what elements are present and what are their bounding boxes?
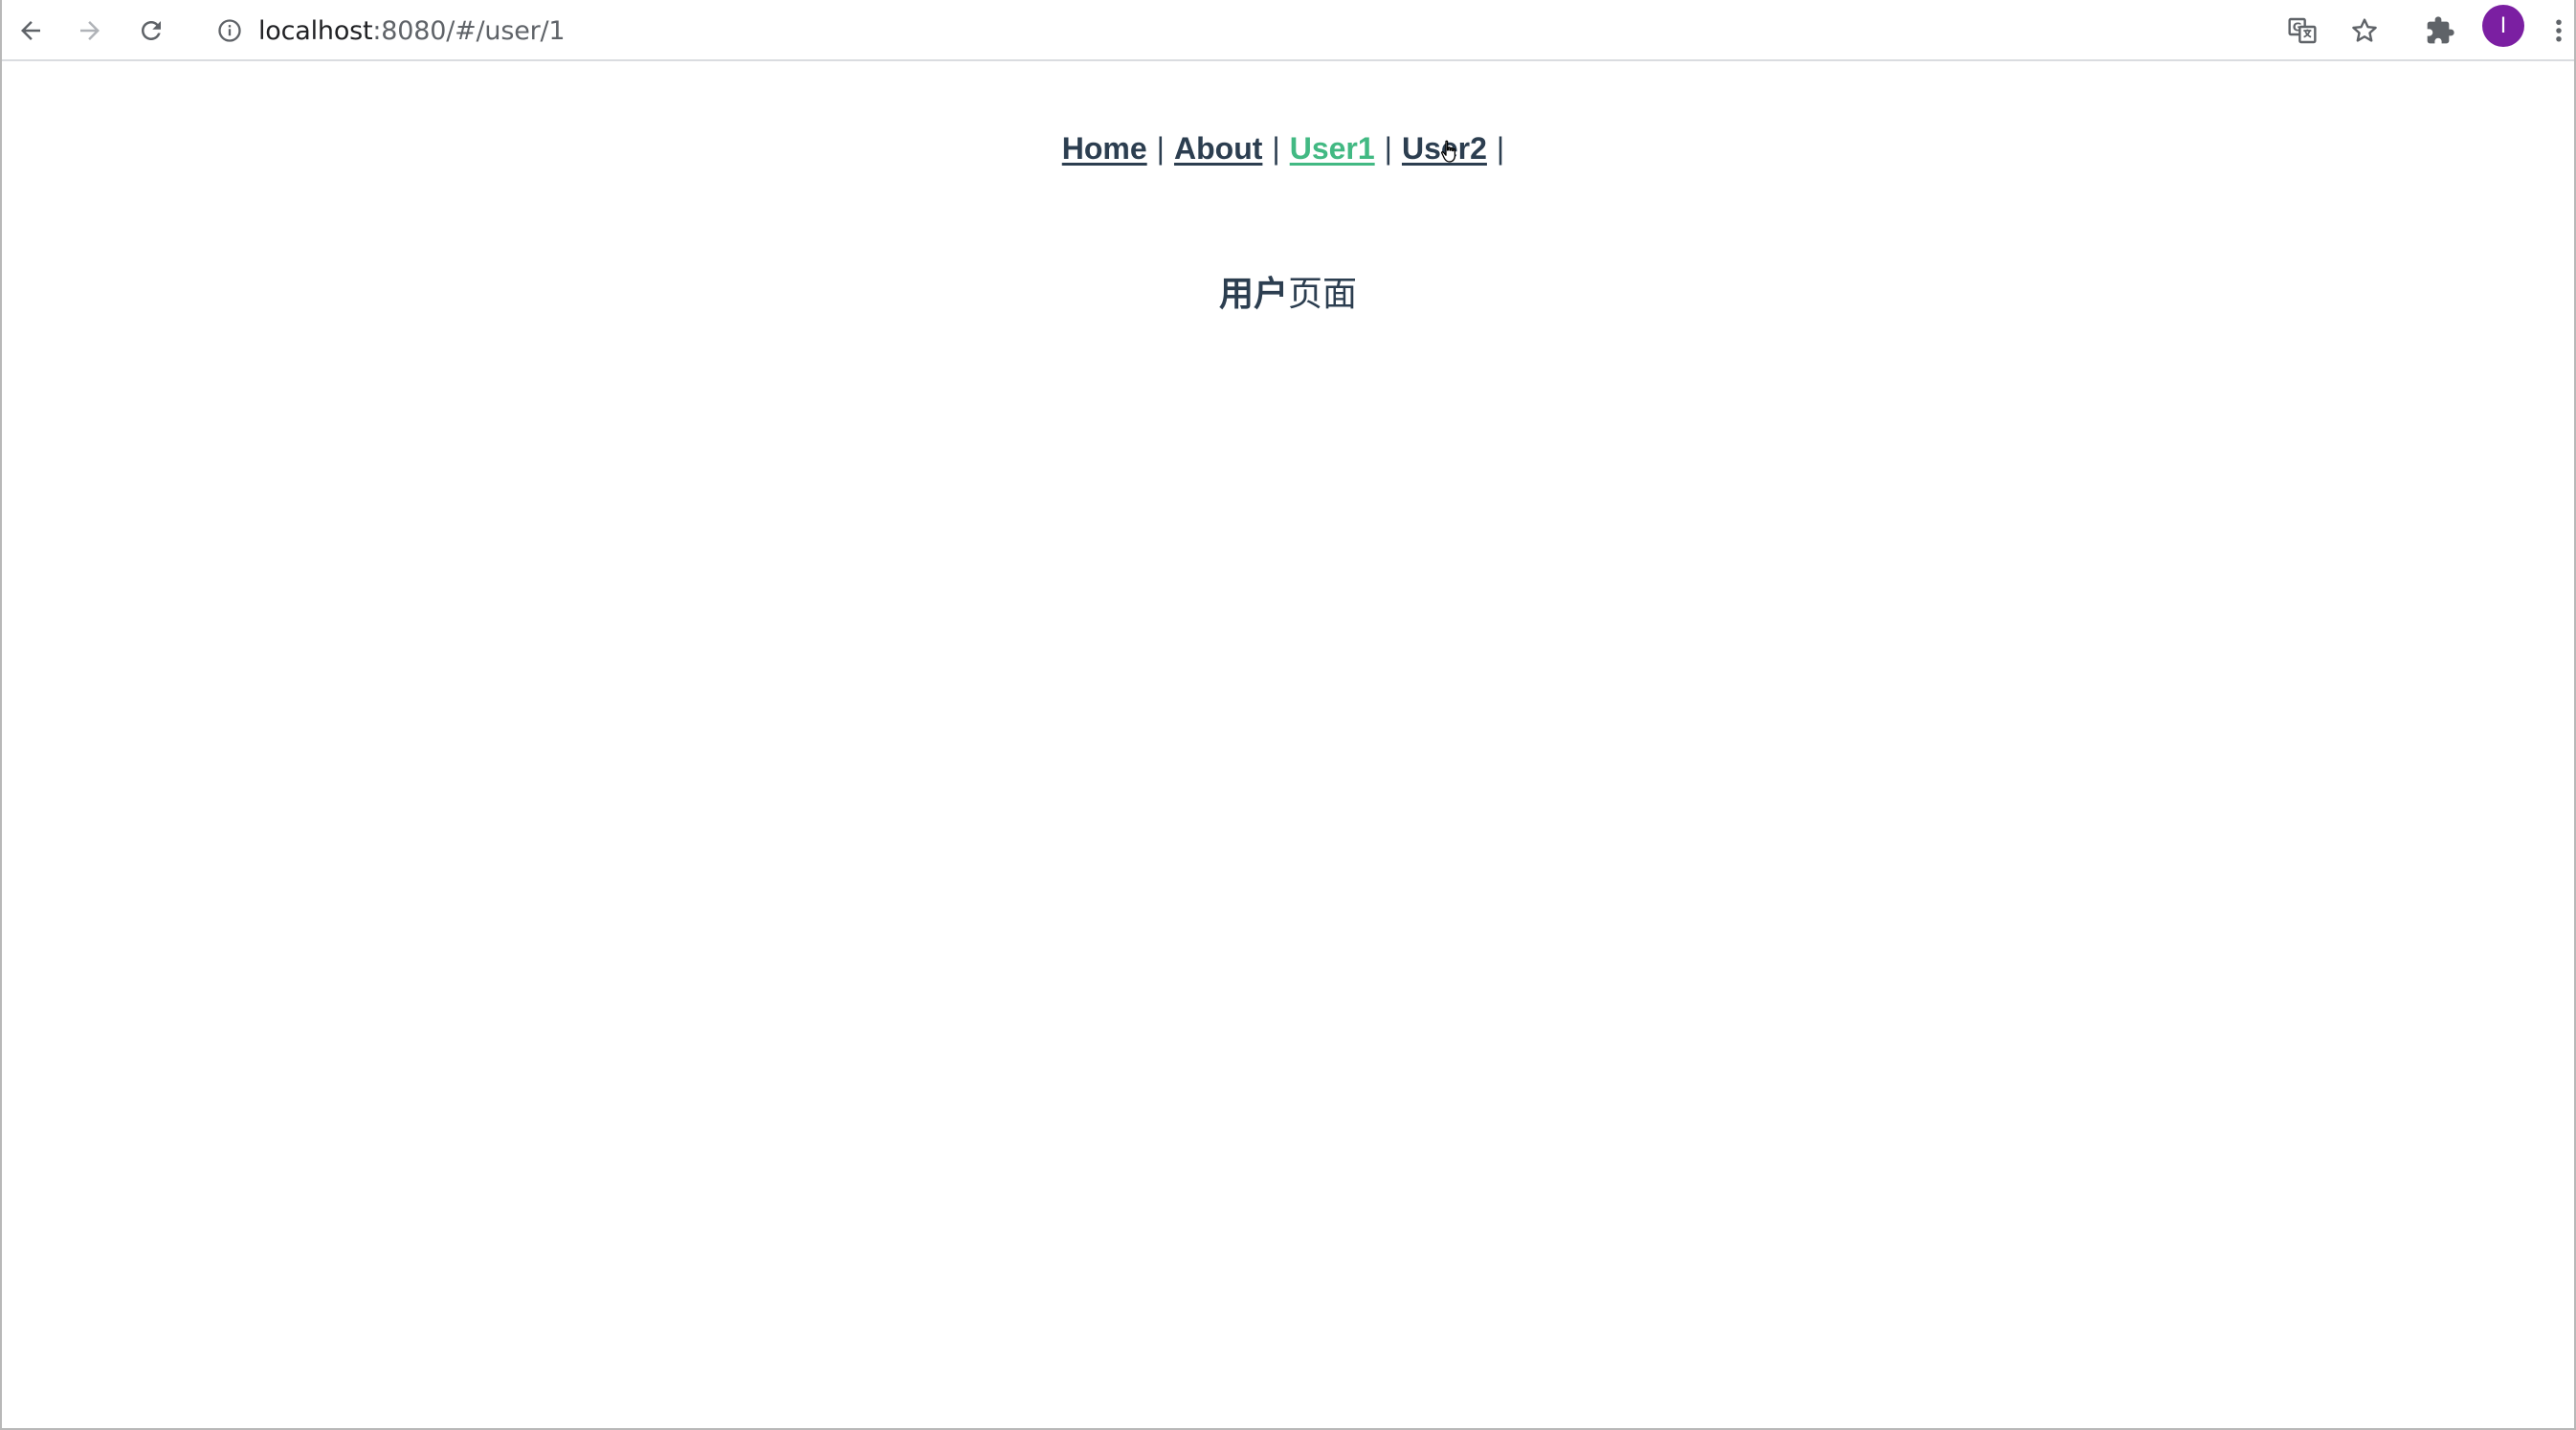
url-host: localhost	[258, 15, 373, 46]
url-text[interactable]: localhost:8080/#/user/1	[258, 15, 566, 46]
page-heading: 用户页面	[2, 266, 2574, 316]
nav-link-home[interactable]: Home	[1062, 131, 1147, 166]
page-heading-normal: 页面	[1288, 274, 1358, 313]
star-icon	[2352, 18, 2377, 42]
reload-button[interactable]	[126, 6, 176, 56]
puzzle-icon	[2427, 16, 2454, 44]
arrow-left-icon	[21, 21, 40, 40]
nav-link-about[interactable]: About	[1174, 131, 1262, 166]
translate-button[interactable]: G	[2277, 6, 2327, 56]
page-content: Home | About | User1 | User2 | 用户页面	[2, 61, 2574, 1428]
nav-separator: |	[1384, 131, 1392, 166]
translate-icon: G	[2288, 17, 2317, 44]
site-info-button[interactable]	[205, 6, 255, 56]
url-path: :8080/#/user/1	[372, 15, 566, 46]
bookmark-button[interactable]	[2340, 6, 2389, 56]
profile-avatar[interactable]: I	[2482, 5, 2524, 47]
router-nav: Home | About | User1 | User2 |	[2, 131, 2574, 167]
forward-button[interactable]	[65, 6, 115, 56]
page-heading-bold: 用户	[1218, 274, 1288, 313]
browser-menu-button[interactable]	[2540, 6, 2574, 56]
reload-icon	[142, 21, 161, 40]
nav-separator: |	[1496, 131, 1505, 166]
hand-cursor-icon	[1441, 140, 1456, 163]
info-icon	[218, 19, 241, 42]
browser-toolbar: localhost:8080/#/user/1 G I	[2, 0, 2574, 61]
arrow-right-icon	[80, 21, 100, 40]
nav-separator: |	[1272, 131, 1280, 166]
extensions-button[interactable]	[2415, 6, 2465, 56]
nav-separator: |	[1156, 131, 1165, 166]
profile-initial: I	[2499, 13, 2507, 38]
address-bar[interactable]: localhost:8080/#/user/1	[205, 4, 2214, 57]
browser-window: localhost:8080/#/user/1 G I Home | About…	[0, 0, 2576, 1430]
nav-link-user1[interactable]: User1	[1290, 131, 1375, 166]
back-button[interactable]	[6, 6, 56, 56]
kebab-menu-icon	[2556, 19, 2562, 42]
